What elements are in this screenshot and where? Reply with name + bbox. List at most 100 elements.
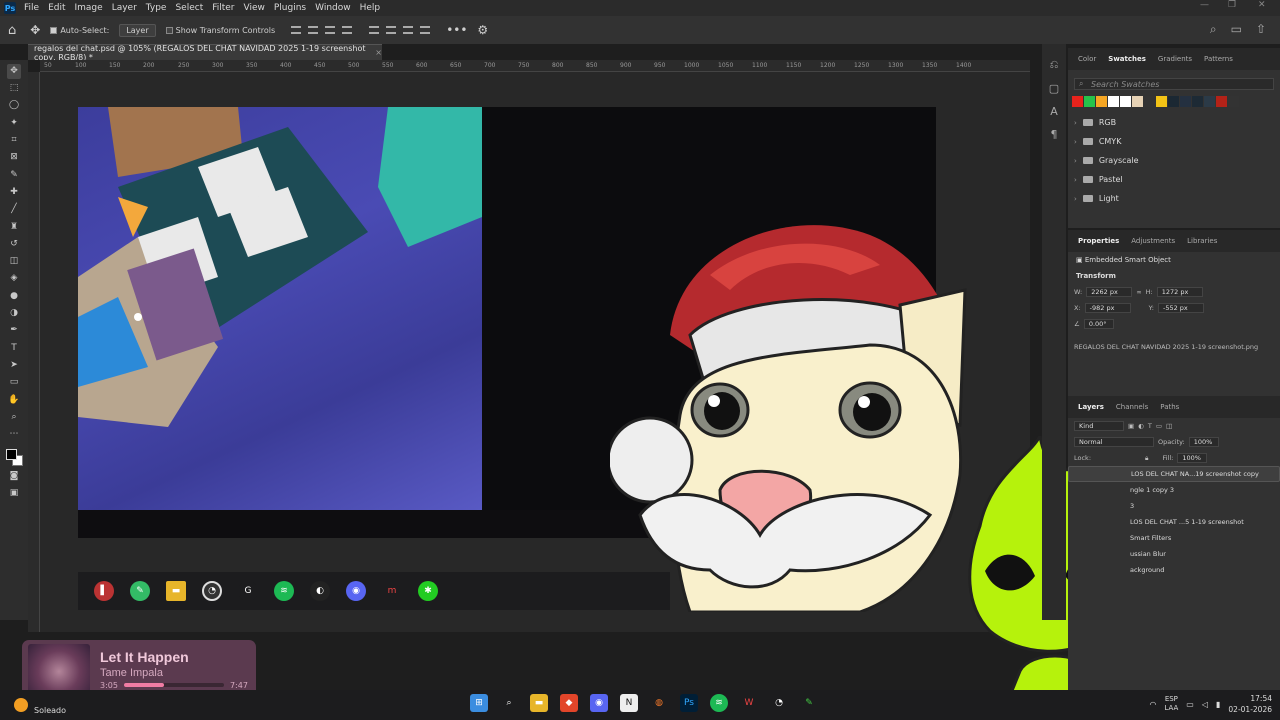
swatch[interactable]	[1132, 96, 1143, 107]
tab-color[interactable]: Color	[1078, 55, 1096, 63]
swatch-folder-cmyk[interactable]: › CMYK	[1068, 132, 1280, 151]
swatch[interactable]	[1204, 96, 1215, 107]
menu-file[interactable]: File	[24, 3, 39, 13]
swatch-folder-rgb[interactable]: › RGB	[1068, 113, 1280, 132]
menu-window[interactable]: Window	[315, 3, 351, 13]
swatch[interactable]	[1108, 96, 1119, 107]
brave-icon[interactable]: ◆	[560, 694, 578, 712]
auto-select-dropdown[interactable]: Layer	[119, 23, 156, 37]
align-middle-icon[interactable]	[386, 26, 397, 34]
magic-wand-icon[interactable]: ✦	[7, 116, 21, 131]
swatch[interactable]	[1120, 96, 1131, 107]
pen-tool-icon[interactable]: ✒	[7, 323, 21, 338]
foreground-color[interactable]	[6, 448, 17, 460]
link-icon[interactable]: ∞	[1136, 288, 1141, 296]
lock-icon[interactable]: 🔒︎	[1145, 454, 1148, 463]
close-icon[interactable]: ✕	[1258, 0, 1266, 10]
move-tool-icon[interactable]: ✥	[7, 64, 21, 79]
hand-tool-icon[interactable]: ✋	[7, 393, 21, 408]
angle-field[interactable]: 0.00°	[1083, 319, 1114, 329]
swatch[interactable]	[1168, 96, 1179, 107]
swatch[interactable]	[1096, 96, 1107, 107]
blur-tool-icon[interactable]: ●	[7, 289, 21, 304]
volume-icon[interactable]: ◁	[1202, 700, 1208, 709]
rectangle-tool-icon[interactable]: ▭	[7, 375, 21, 390]
height-field[interactable]: 1272 px	[1156, 287, 1203, 297]
minimize-icon[interactable]: —	[1200, 0, 1209, 10]
move-tool-icon[interactable]: ✥	[30, 23, 40, 37]
more-tools-icon[interactable]: ⋯	[7, 427, 21, 442]
comments-icon[interactable]: ▢	[1049, 82, 1059, 95]
more-options-icon[interactable]: •••	[446, 23, 467, 37]
menu-help[interactable]: Help	[360, 3, 381, 13]
search-icon[interactable]: ⌕	[1210, 22, 1217, 37]
tab-gradients[interactable]: Gradients	[1158, 55, 1192, 63]
tab-adjustments[interactable]: Adjustments	[1131, 237, 1175, 245]
tab-layers[interactable]: Layers	[1078, 403, 1104, 411]
history-brush-icon[interactable]: ↺	[7, 237, 21, 252]
layer-row[interactable]: ussian Blur	[1068, 546, 1280, 562]
start-icon[interactable]: ⊞	[470, 694, 488, 712]
auto-select-checkbox[interactable]: Auto-Select:	[50, 26, 109, 35]
photoshop-icon[interactable]: Ps	[680, 694, 698, 712]
progress-bar[interactable]	[123, 683, 224, 687]
filter-adjust-icon[interactable]: ◐	[1138, 422, 1144, 430]
swatch-folder-grayscale[interactable]: › Grayscale	[1068, 151, 1280, 170]
swatch[interactable]	[1156, 96, 1167, 107]
history-icon[interactable]: ⎌	[1050, 58, 1059, 72]
swatch[interactable]	[1192, 96, 1203, 107]
notion-icon[interactable]: N	[620, 694, 638, 712]
menu-type[interactable]: Type	[146, 3, 167, 13]
lasso-tool-icon[interactable]: ◯	[7, 99, 21, 114]
color-swatches[interactable]	[4, 447, 24, 467]
swatch[interactable]	[1072, 96, 1083, 107]
blend-mode-dropdown[interactable]: Normal	[1074, 437, 1154, 447]
swatch[interactable]	[1144, 96, 1155, 107]
tab-properties[interactable]: Properties	[1078, 237, 1119, 245]
app-pen-icon[interactable]: ✎	[800, 694, 818, 712]
crop-tool-icon[interactable]: ⌗	[7, 133, 21, 148]
share-icon[interactable]: ⇧	[1256, 22, 1266, 37]
layer-row[interactable]: ackground	[1068, 562, 1280, 578]
layer-row[interactable]: LOS DEL CHAT NA...19 screenshot copy	[1068, 466, 1280, 482]
photo-layer[interactable]	[78, 107, 482, 510]
menu-view[interactable]: View	[244, 3, 265, 13]
distribute-icon[interactable]	[342, 26, 353, 34]
align-center-icon[interactable]	[308, 26, 319, 34]
menu-filter[interactable]: Filter	[212, 3, 234, 13]
quick-mask-icon[interactable]: ◙	[7, 469, 21, 484]
search-swatches-input[interactable]: ⌕ Search Swatches	[1074, 78, 1274, 90]
menu-image[interactable]: Image	[75, 3, 103, 13]
menu-select[interactable]: Select	[175, 3, 203, 13]
layer-row[interactable]: 3	[1068, 498, 1280, 514]
swatch[interactable]	[1084, 96, 1095, 107]
marquee-tool-icon[interactable]: ⬚	[7, 81, 21, 96]
menu-layer[interactable]: Layer	[112, 3, 137, 13]
show-transform-checkbox[interactable]: Show Transform Controls	[165, 26, 275, 35]
align-left-icon[interactable]	[291, 26, 302, 34]
tab-paths[interactable]: Paths	[1160, 403, 1179, 411]
opacity-field[interactable]: 100%	[1188, 437, 1219, 447]
eraser-icon[interactable]: ◫	[7, 254, 21, 269]
healing-brush-icon[interactable]: ✚	[7, 185, 21, 200]
tab-channels[interactable]: Channels	[1116, 403, 1148, 411]
file-explorer-icon[interactable]: ▬	[530, 694, 548, 712]
wifi-icon[interactable]: ◠	[1149, 700, 1156, 709]
clock[interactable]: 17:54 02-01-2026	[1228, 693, 1272, 715]
gear-icon[interactable]: ⚙	[477, 23, 488, 37]
width-field[interactable]: 2262 px	[1086, 287, 1133, 297]
layer-row[interactable]: ngle 1 copy 3	[1068, 482, 1280, 498]
weather-widget[interactable]: Soleado	[14, 694, 66, 715]
paint-bucket-icon[interactable]: ◈	[7, 272, 21, 287]
spotify-icon[interactable]: ≋	[710, 694, 728, 712]
align-top-icon[interactable]	[369, 26, 380, 34]
menu-plugins[interactable]: Plugins	[274, 3, 306, 13]
type-tool-icon[interactable]: T	[7, 341, 21, 356]
home-icon[interactable]: ⌂	[8, 23, 16, 38]
paragraph-icon[interactable]: ¶	[1051, 128, 1058, 141]
blender-icon[interactable]: ◍	[650, 694, 668, 712]
swatch-folder-pastel[interactable]: › Pastel	[1068, 170, 1280, 189]
battery-icon[interactable]: ▮	[1216, 700, 1220, 709]
zoom-tool-icon[interactable]: ⌕	[7, 410, 21, 425]
maximize-icon[interactable]: ❐	[1228, 0, 1236, 10]
